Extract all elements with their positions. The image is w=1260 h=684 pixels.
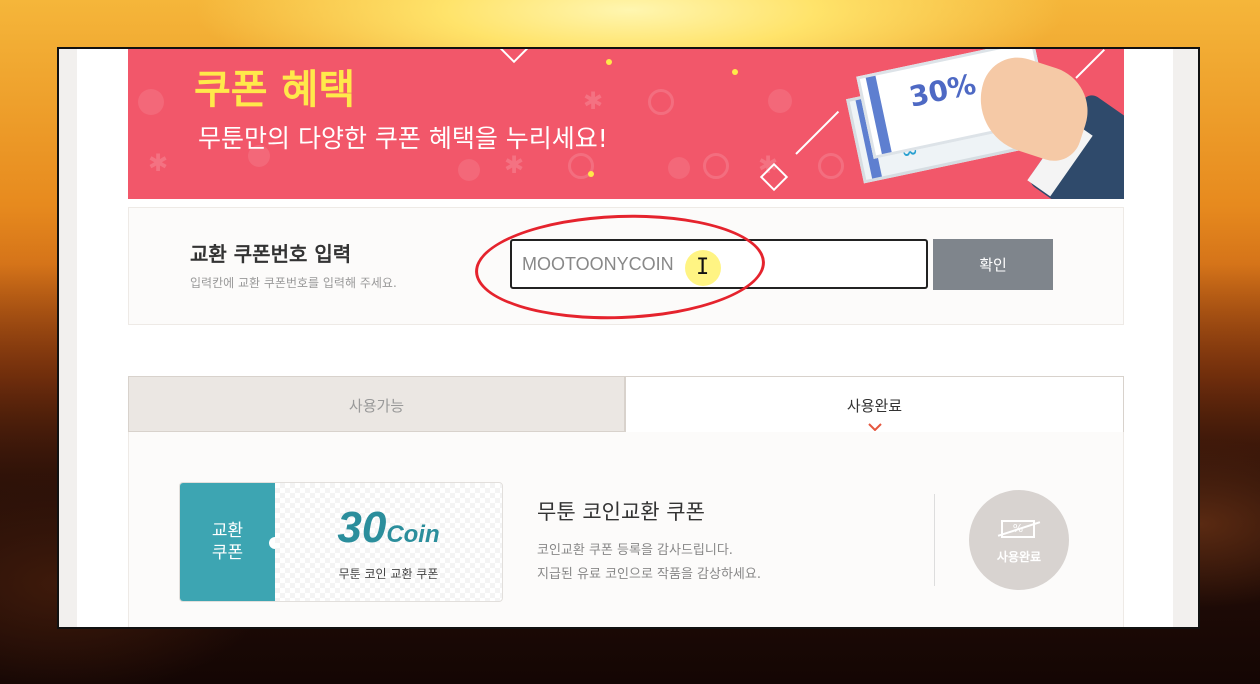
coupon-type-line1: 교환 [211,521,244,541]
banner-pattern-ring [703,153,729,179]
coupon-card: 교환 쿠폰 30Coin 무툰 코인 교환 쿠폰 [179,482,503,602]
banner-pattern-dot [668,157,690,179]
banner-line [1075,49,1105,79]
coupon-page: ✱ ✱ ✱ ✱ ✱ ∞ 30% 쿠폰 혜택 무툰만의 다양한 [77,49,1173,627]
browser-viewport: ✱ ✱ ✱ ✱ ✱ ∞ 30% 쿠폰 혜택 무툰만의 다양한 [57,47,1200,629]
banner-line [795,110,840,155]
banner-pattern-star: ✱ [148,149,169,177]
banner-title: 쿠폰 혜택 [194,67,356,113]
coupon-type-line2: 쿠폰 [211,543,244,563]
coupon-amount-number: 30 [337,503,387,552]
banner-pattern-dot [458,159,480,181]
coupon-amount-unit: Coin [386,521,440,548]
coupon-divider [934,494,935,586]
banner-sparkle [606,59,612,65]
coupon-amount: 30Coin [275,503,502,553]
banner-pattern-star: ✱ [583,87,604,115]
coupon-desc-line1: 코인교환 쿠폰 등록을 감사드립니다. [537,543,733,558]
banner-sparkle [732,69,738,75]
coupon-type: 교환 쿠폰 [180,483,275,601]
coupon-entry-title: 교환 쿠폰번호 입력 [190,242,352,266]
banner-subtitle: 무툰만의 다양한 쿠폰 혜택을 누리세요! [198,124,608,153]
tab-used-label: 사용완료 [846,397,903,415]
coupon-status-label: 사용완료 [996,550,1042,564]
banner-pattern-ring [648,89,674,115]
coupon-desc-line2: 지급된 유료 코인으로 작품을 감상하세요. [537,567,761,582]
ticket-stripe [865,75,892,155]
banner-pattern-dot [768,89,792,113]
tab-available[interactable]: 사용가능 [128,376,625,432]
coupon-entry-hint: 입력칸에 교환 쿠폰번호를 입력해 주세요. [190,276,397,290]
banner-pattern-star: ✱ [504,151,525,179]
ticket-discount: 30% [906,67,979,114]
coupon-list: 교환 쿠폰 30Coin 무툰 코인 교환 쿠폰 무툰 코인교환 쿠폰 코인교환… [128,432,1124,627]
coupon-code-input[interactable] [510,239,928,289]
coupon-face: 30Coin 무툰 코인 교환 쿠폰 [275,483,502,601]
banner-diamond [499,49,529,64]
coupon-used-icon: % [1001,520,1035,538]
banner-sparkle [588,171,594,177]
coupon-banner: ✱ ✱ ✱ ✱ ✱ ∞ 30% 쿠폰 혜택 무툰만의 다양한 [128,49,1124,199]
coupon-status-stamp: % 사용완료 [969,490,1069,590]
confirm-button[interactable]: 확인 [933,239,1053,290]
coupon-entry-section: 교환 쿠폰번호 입력 입력칸에 교환 쿠폰번호를 입력해 주세요. I 확인 [128,207,1124,325]
coupon-title: 무툰 코인교환 쿠폰 [537,500,705,524]
banner-pattern-ring [818,153,844,179]
banner-pattern-dot [138,89,164,115]
coupon-card-caption: 무툰 코인 교환 쿠폰 [338,567,439,581]
coupon-tabs: 사용가능 사용완료 [128,376,1124,432]
tab-used[interactable]: 사용완료 [625,376,1124,432]
